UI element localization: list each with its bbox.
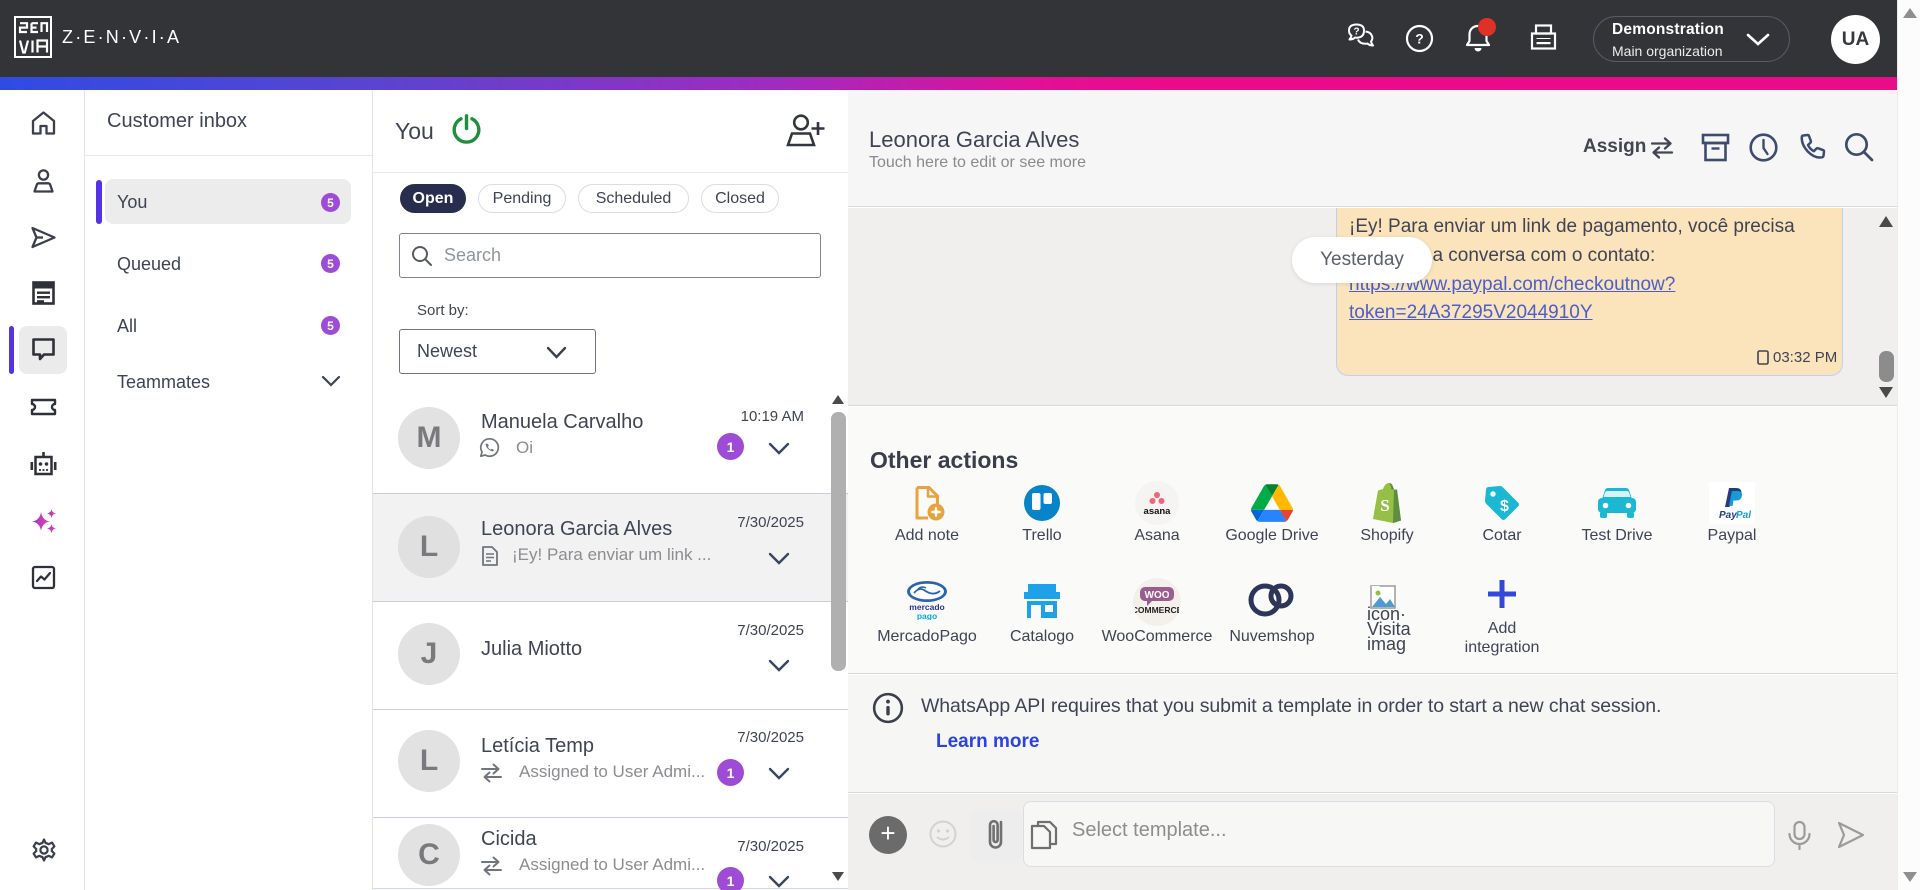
svg-text:asana: asana [1144, 506, 1172, 517]
svg-text:Pay: Pay [1719, 510, 1737, 521]
svg-text:$: $ [1500, 498, 1509, 515]
svg-text:S: S [1380, 496, 1389, 515]
svg-text:WOO: WOO [1145, 590, 1170, 601]
svg-text:?: ? [1415, 31, 1424, 47]
svg-text:?: ? [1353, 27, 1359, 38]
svg-text:Pal: Pal [1736, 510, 1751, 521]
svg-text:COMMERCE: COMMERCE [1135, 605, 1179, 615]
svg-text:pago: pago [917, 611, 937, 620]
